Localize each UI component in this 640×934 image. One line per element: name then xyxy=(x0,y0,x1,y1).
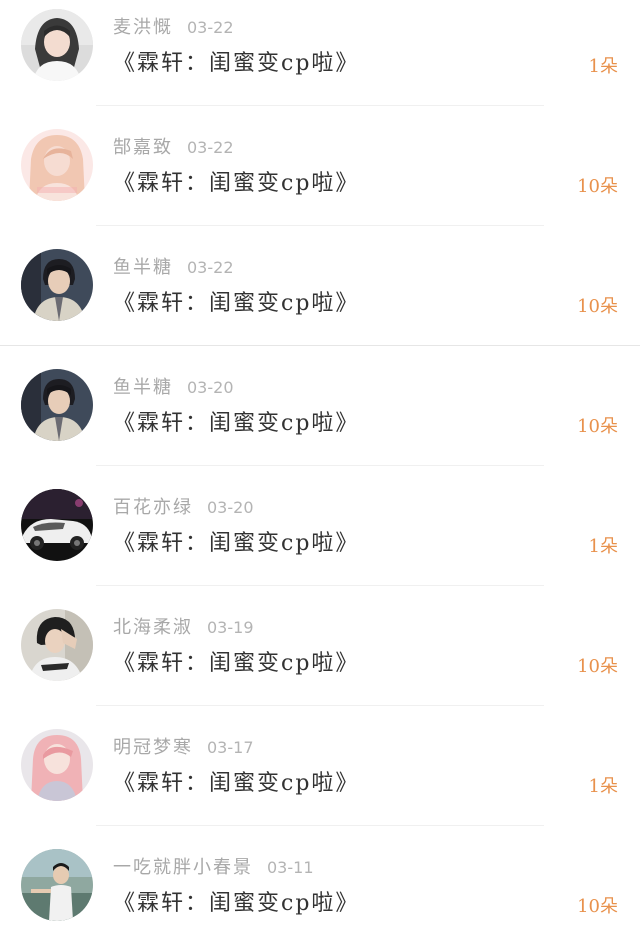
avatar-icon xyxy=(21,129,93,201)
gift-date: 03-17 xyxy=(207,738,254,757)
flower-count: 10朵 xyxy=(577,896,618,917)
gift-date: 03-11 xyxy=(267,858,314,877)
gift-title[interactable]: 《霖轩：闺蜜变cp啦》 xyxy=(113,527,359,561)
gift-date: 03-22 xyxy=(187,138,234,157)
divider xyxy=(96,825,544,826)
gift-record-list: 麦洪慨 03-22 《霖轩：闺蜜变cp啦》 1朵 郜嘉致 03-22 《霖轩：闺蜜变… xyxy=(0,0,640,934)
gift-date: 03-22 xyxy=(187,18,234,37)
avatar[interactable] xyxy=(21,369,93,441)
flower-count: 1朵 xyxy=(588,536,618,557)
gift-title[interactable]: 《霖轩：闺蜜变cp啦》 xyxy=(113,407,359,441)
avatar[interactable] xyxy=(21,729,93,801)
list-item[interactable]: 百花亦绿 03-20 《霖轩：闺蜜变cp啦》 1朵 xyxy=(0,480,640,600)
user-name[interactable]: 百花亦绿 xyxy=(113,497,193,518)
gift-date: 03-20 xyxy=(207,498,254,517)
gift-title[interactable]: 《霖轩：闺蜜变cp啦》 xyxy=(113,287,359,321)
avatar[interactable] xyxy=(21,849,93,921)
gift-title[interactable]: 《霖轩：闺蜜变cp啦》 xyxy=(113,887,359,921)
avatar-icon xyxy=(21,609,93,681)
avatar-icon xyxy=(21,729,93,801)
user-name[interactable]: 北海柔淑 xyxy=(113,617,193,638)
user-name[interactable]: 麦洪慨 xyxy=(113,17,173,38)
flower-count: 10朵 xyxy=(577,416,618,437)
list-item[interactable]: 北海柔淑 03-19 《霖轩：闺蜜变cp啦》 10朵 xyxy=(0,600,640,720)
gift-title[interactable]: 《霖轩：闺蜜变cp啦》 xyxy=(113,767,359,801)
flower-count: 1朵 xyxy=(588,56,618,77)
gift-title[interactable]: 《霖轩：闺蜜变cp啦》 xyxy=(113,167,359,201)
flower-count: 10朵 xyxy=(577,296,618,317)
gift-title[interactable]: 《霖轩：闺蜜变cp啦》 xyxy=(113,647,359,681)
avatar[interactable] xyxy=(21,9,93,81)
list-item[interactable]: 郜嘉致 03-22 《霖轩：闺蜜变cp啦》 10朵 xyxy=(0,120,640,240)
user-name[interactable]: 郜嘉致 xyxy=(113,137,173,158)
avatar-icon xyxy=(21,489,93,561)
user-name[interactable]: 明冠梦寒 xyxy=(113,737,193,758)
avatar[interactable] xyxy=(21,489,93,561)
user-name[interactable]: 鱼半糖 xyxy=(113,257,173,278)
divider xyxy=(96,225,544,226)
flower-count: 10朵 xyxy=(577,176,618,197)
list-item[interactable]: 一吃就胖小春景 03-11 《霖轩：闺蜜变cp啦》 10朵 xyxy=(0,840,640,934)
gift-date: 03-22 xyxy=(187,258,234,277)
avatar[interactable] xyxy=(21,609,93,681)
list-item[interactable]: 明冠梦寒 03-17 《霖轩：闺蜜变cp啦》 1朵 xyxy=(0,720,640,840)
gift-date: 03-20 xyxy=(187,378,234,397)
flower-count: 1朵 xyxy=(588,776,618,797)
list-item[interactable]: 鱼半糖 03-20 《霖轩：闺蜜变cp啦》 10朵 xyxy=(0,360,640,480)
avatar[interactable] xyxy=(21,249,93,321)
gift-date: 03-19 xyxy=(207,618,254,637)
divider xyxy=(96,705,544,706)
list-item[interactable]: 鱼半糖 03-22 《霖轩：闺蜜变cp啦》 10朵 xyxy=(0,240,640,360)
divider xyxy=(96,105,544,106)
divider xyxy=(0,345,640,346)
avatar-icon xyxy=(21,9,93,81)
list-item[interactable]: 麦洪慨 03-22 《霖轩：闺蜜变cp啦》 1朵 xyxy=(0,0,640,120)
user-name[interactable]: 一吃就胖小春景 xyxy=(113,857,253,878)
divider xyxy=(96,585,544,586)
avatar[interactable] xyxy=(21,129,93,201)
avatar-icon xyxy=(21,369,93,441)
flower-count: 10朵 xyxy=(577,656,618,677)
gift-title[interactable]: 《霖轩：闺蜜变cp啦》 xyxy=(113,47,359,81)
avatar-icon xyxy=(21,249,93,321)
user-name[interactable]: 鱼半糖 xyxy=(113,377,173,398)
avatar-icon xyxy=(21,849,93,921)
divider xyxy=(96,465,544,466)
